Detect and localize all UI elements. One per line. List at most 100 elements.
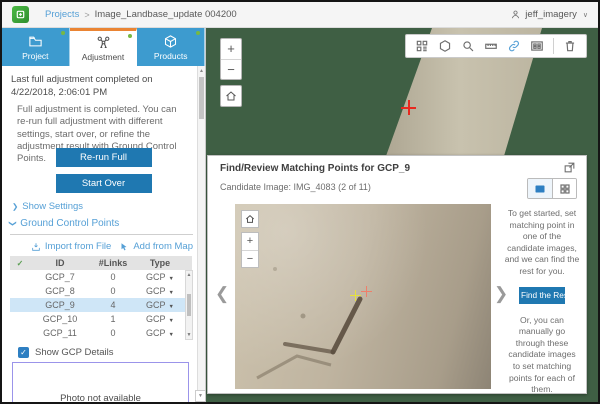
cell-links: 1 (90, 314, 136, 324)
tab-bar: Project Adjustment Products (2, 28, 205, 66)
thumbnails-grid-icon (559, 183, 571, 195)
user-name: jeff_imagery (525, 9, 577, 20)
cell-type[interactable]: GCP▼ (136, 286, 184, 296)
previous-image-button[interactable]: ❮ (215, 284, 229, 304)
measure-icon[interactable] (484, 39, 498, 53)
import-from-file-link[interactable]: Import from File (31, 241, 112, 252)
chevron-right-icon: ❯ (12, 202, 18, 211)
type-value: GCP (146, 272, 166, 282)
start-over-button[interactable]: Start Over (56, 174, 152, 193)
status-dot-icon (128, 34, 132, 38)
cell-type[interactable]: GCP▼ (136, 300, 184, 310)
instructions-secondary: Or, you can manually go through these ca… (504, 315, 580, 396)
project-title: Image_Landbase_update 004200 (95, 9, 237, 20)
scroll-thumb[interactable] (187, 294, 191, 316)
scroll-thumb[interactable] (199, 77, 204, 119)
cell-type[interactable]: GCP▼ (136, 272, 184, 282)
dropdown-arrow-icon: ▼ (169, 318, 174, 324)
viewer-zoom-in-button[interactable]: + (242, 233, 258, 250)
table-scrollbar[interactable]: ▲ ▼ (185, 270, 193, 340)
link-gcp-icon[interactable] (507, 39, 521, 53)
table-row-gcp8[interactable]: GCP_8 0 GCP▼ (10, 284, 192, 298)
tab-products-label: Products (154, 51, 188, 61)
show-settings-link[interactable]: ❯ Show Settings (12, 201, 83, 212)
add-from-map-link[interactable]: Add from Map (119, 241, 193, 252)
scroll-up-icon[interactable]: ▲ (198, 66, 205, 74)
breadcrumb-projects-link[interactable]: Projects (45, 9, 79, 20)
tab-project[interactable]: Project (2, 28, 70, 66)
dropdown-arrow-icon: ▼ (169, 332, 174, 338)
cell-id: GCP_7 (30, 272, 90, 282)
map-zoom-control: + − (220, 38, 242, 80)
open-window-icon (563, 161, 576, 174)
scroll-down-icon[interactable]: ▼ (195, 390, 205, 402)
viewer-zoom-out-button[interactable]: − (242, 250, 258, 267)
instructions-column: To get started, set matching point in on… (504, 208, 580, 396)
image-collection-icon[interactable] (530, 39, 544, 53)
map-home-button[interactable] (220, 85, 242, 107)
check-icon: ✓ (10, 259, 30, 268)
type-value: GCP (146, 286, 166, 296)
cell-type[interactable]: GCP▼ (136, 314, 184, 324)
single-view-button[interactable] (528, 179, 552, 198)
zoom-out-button[interactable]: − (221, 59, 241, 79)
find-the-rest-button[interactable]: Find the Rest (519, 287, 565, 304)
map-view[interactable]: + − Find/Review Matching Points for GCP_… (206, 28, 598, 402)
show-gcp-details-row: ✓ Show GCP Details (18, 347, 114, 358)
view-mode-toggle (527, 178, 577, 199)
cell-links: 0 (90, 286, 136, 296)
grid-view-button[interactable] (552, 179, 576, 198)
table-row-gcp11[interactable]: GCP_11 0 GCP▼ (10, 326, 192, 340)
drone-icon (96, 35, 111, 50)
table-row-gcp10[interactable]: GCP_10 1 GCP▼ (10, 312, 192, 326)
zoom-in-button[interactable]: + (221, 39, 241, 59)
dropdown-arrow-icon: ▼ (169, 290, 174, 296)
photo-shadows (235, 204, 491, 389)
user-menu[interactable]: jeff_imagery ∨ (510, 9, 588, 20)
scroll-up-icon[interactable]: ▲ (187, 272, 192, 278)
gcp-table: ✓ ID #Links Type GCP_7 0 GCP▼ GCP_8 (10, 256, 192, 340)
grid-view-icon[interactable] (415, 39, 429, 53)
dropdown-arrow-icon: ▼ (169, 304, 174, 310)
single-image-icon (534, 183, 546, 195)
rerun-full-button[interactable]: Re-run Full (56, 148, 152, 167)
hexagon-layers-icon[interactable] (438, 39, 452, 53)
import-from-file-label: Import from File (45, 241, 112, 252)
type-value: GCP (146, 328, 166, 338)
cell-id: GCP_10 (30, 314, 90, 324)
panel-scrollbar[interactable]: ▲ ▼ (197, 66, 205, 402)
scroll-down-icon[interactable]: ▼ (187, 332, 192, 338)
chevron-down-icon: ❯ (9, 220, 18, 226)
map-toolbar (405, 34, 587, 58)
show-gcp-details-checkbox[interactable]: ✓ (18, 347, 29, 358)
cube-icon (163, 34, 178, 49)
app-logo-icon (12, 6, 29, 23)
cell-id: GCP_9 (30, 300, 90, 310)
main-area: Project Adjustment Products Last full ad… (2, 28, 598, 402)
home-icon (245, 214, 255, 224)
left-panel: Project Adjustment Products Last full ad… (2, 28, 206, 402)
col-id: ID (30, 258, 90, 268)
chevron-down-icon: ∨ (583, 11, 588, 19)
status-dot-icon (61, 31, 65, 35)
trash-icon[interactable] (563, 39, 577, 53)
gcp-section-toggle[interactable]: ❯ Ground Control Points (10, 218, 119, 229)
gcp-photo-placeholder: Photo not available (12, 362, 189, 402)
viewer-zoom-control: + − (241, 232, 259, 268)
tab-adjustment-label: Adjustment (82, 52, 125, 62)
import-icon (31, 242, 41, 252)
search-icon[interactable] (461, 39, 475, 53)
cell-id: GCP_11 (30, 328, 90, 338)
tab-products[interactable]: Products (137, 28, 205, 66)
table-row-gcp9-selected[interactable]: GCP_9 4 GCP▼ (10, 298, 192, 312)
photo-not-available-text: Photo not available (13, 393, 188, 402)
candidate-image-viewer[interactable]: + − (235, 204, 491, 389)
cell-type[interactable]: GCP▼ (136, 328, 184, 338)
viewer-home-button[interactable] (241, 210, 259, 228)
tab-project-label: Project (22, 51, 48, 61)
tab-adjustment[interactable]: Adjustment (70, 28, 138, 66)
undock-panel-button[interactable] (563, 161, 576, 179)
table-row-gcp7[interactable]: GCP_7 0 GCP▼ (10, 270, 192, 284)
panel-title: Find/Review Matching Points for GCP_9 (220, 163, 410, 174)
add-from-map-label: Add from Map (133, 241, 193, 252)
